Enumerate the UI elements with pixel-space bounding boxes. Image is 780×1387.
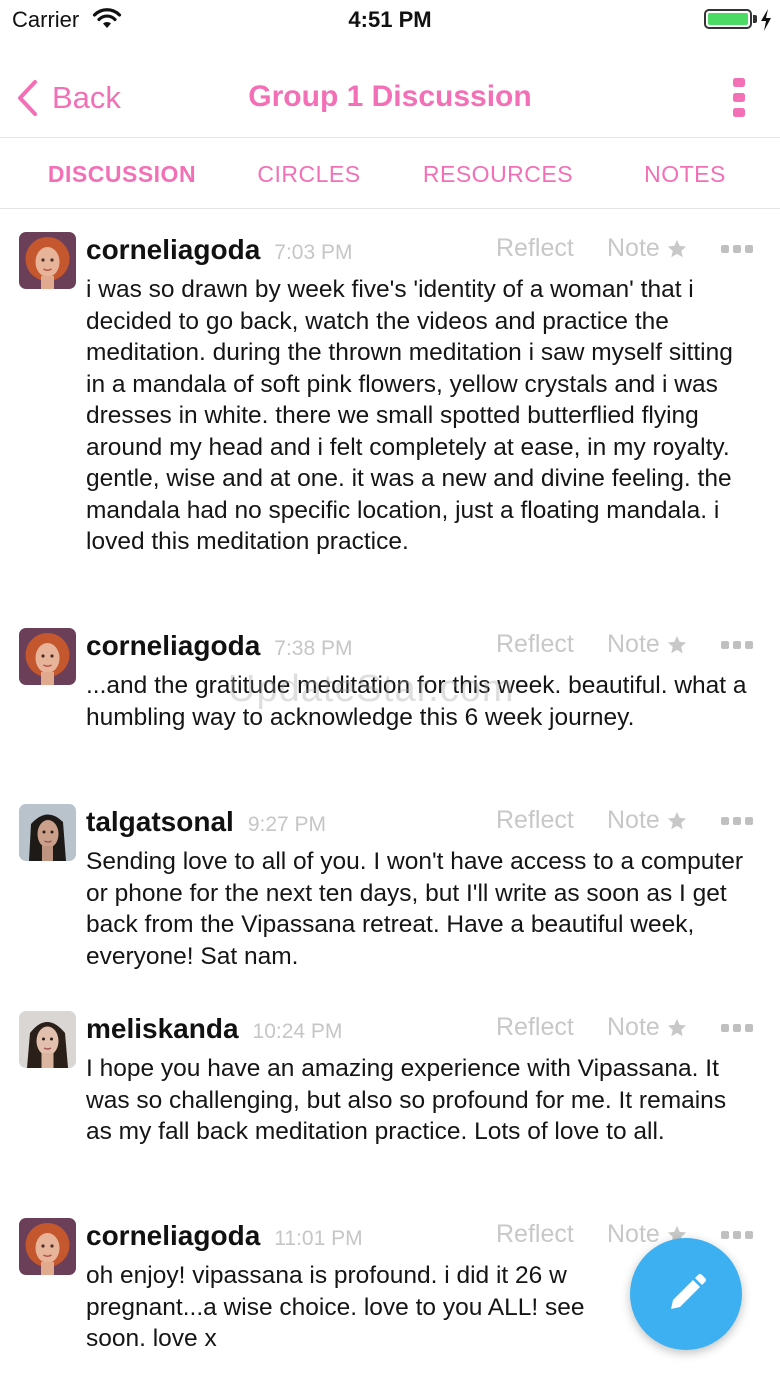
post-body: i was so drawn by week five's 'identity … xyxy=(86,276,733,555)
username[interactable]: talgatsonal xyxy=(86,806,234,837)
post-timestamp: 7:38 PM xyxy=(274,637,353,660)
avatar[interactable] xyxy=(19,1011,76,1068)
post-timestamp: 11:01 PM xyxy=(274,1227,363,1250)
note-button[interactable]: Note xyxy=(607,630,688,659)
avatar[interactable] xyxy=(19,1218,76,1275)
star-icon xyxy=(666,1017,688,1039)
post-timestamp: 10:24 PM xyxy=(252,1020,343,1043)
page-title: Group 1 Discussion xyxy=(248,80,532,113)
post-timestamp: 9:27 PM xyxy=(247,813,327,836)
star-icon xyxy=(666,634,688,656)
star-icon xyxy=(666,810,688,832)
note-label: Note xyxy=(607,806,660,834)
status-time: 4:51 PM xyxy=(348,7,432,32)
username[interactable]: corneliagoda xyxy=(86,630,260,661)
reflect-button[interactable]: Reflect xyxy=(496,806,574,835)
post-body: I hope you have an amazing experience wi… xyxy=(86,1055,727,1145)
tab-discussion[interactable]: DISCUSSION xyxy=(27,161,217,188)
navigation-bar: Back Group 1 Discussion xyxy=(0,40,780,138)
reflect-button[interactable]: Reflect xyxy=(496,234,574,263)
username[interactable]: meliskanda xyxy=(86,1013,239,1044)
post-body: oh enjoy! vipassana is profound. i did i… xyxy=(86,1262,585,1352)
pencil-icon xyxy=(671,1274,706,1309)
note-label: Note xyxy=(607,234,660,262)
status-bar: Carrier 4:51 PM xyxy=(0,0,780,40)
reflect-button[interactable]: Reflect xyxy=(496,1220,574,1249)
note-label: Note xyxy=(607,1013,660,1041)
tab-bar: DISCUSSION CIRCLES RESOURCES NOTES xyxy=(0,139,780,209)
note-button[interactable]: Note xyxy=(607,234,688,263)
reflect-button[interactable]: Reflect xyxy=(496,1013,574,1042)
star-icon xyxy=(666,238,688,260)
post-timestamp: 7:03 PM xyxy=(274,241,353,264)
more-horizontal-icon[interactable] xyxy=(721,1230,753,1240)
username[interactable]: corneliagoda xyxy=(86,234,260,265)
battery-icon xyxy=(704,9,752,29)
charging-bolt-icon xyxy=(761,9,771,31)
more-vertical-icon[interactable] xyxy=(728,76,750,120)
post-body: ...and the gratitude meditation for this… xyxy=(86,672,747,731)
avatar[interactable] xyxy=(19,232,76,289)
tab-circles[interactable]: CIRCLES xyxy=(214,161,404,188)
avatar[interactable] xyxy=(19,804,76,861)
note-button[interactable]: Note xyxy=(607,1013,688,1042)
username[interactable]: corneliagoda xyxy=(86,1220,260,1251)
more-horizontal-icon[interactable] xyxy=(721,1023,753,1033)
post-body: Sending love to all of you. I won't have… xyxy=(86,848,744,970)
tab-notes[interactable]: NOTES xyxy=(590,161,780,188)
note-label: Note xyxy=(607,630,660,658)
note-button[interactable]: Note xyxy=(607,806,688,835)
avatar[interactable] xyxy=(19,628,76,685)
note-label: Note xyxy=(607,1220,660,1248)
tab-resources[interactable]: RESOURCES xyxy=(403,161,593,188)
reflect-button[interactable]: Reflect xyxy=(496,630,574,659)
compose-button[interactable] xyxy=(630,1238,742,1350)
more-horizontal-icon[interactable] xyxy=(721,640,753,650)
more-horizontal-icon[interactable] xyxy=(721,244,753,254)
more-horizontal-icon[interactable] xyxy=(721,816,753,826)
